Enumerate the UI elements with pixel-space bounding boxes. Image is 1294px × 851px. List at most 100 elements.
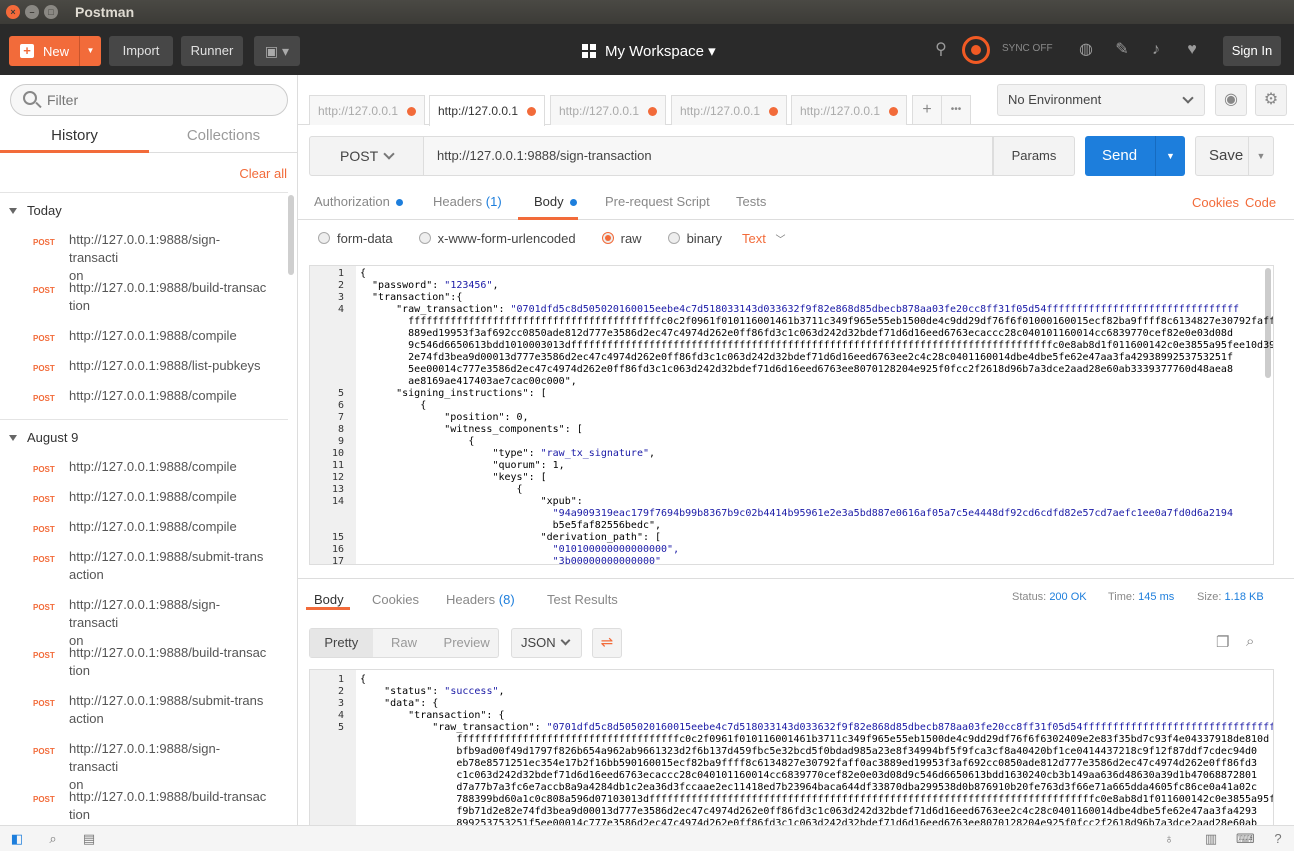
new-button[interactable]: + New ▼ — [9, 36, 101, 66]
two-pane-view-icon[interactable]: ▥ — [1203, 831, 1219, 847]
view-preview-button[interactable]: Preview — [435, 629, 498, 657]
tab-tests[interactable]: Tests — [736, 194, 766, 209]
body-type-select[interactable]: Text ﹀ — [742, 231, 785, 246]
tab-body[interactable]: Body — [534, 194, 577, 209]
radio-label: binary — [686, 230, 722, 246]
interceptor-satellite-icon[interactable]: ⚲ — [932, 41, 950, 59]
code-link[interactable]: Code — [1245, 195, 1276, 210]
response-body-viewer[interactable]: 1 {2 "status": "success", 3 "data": {4 "tr… — [309, 669, 1274, 825]
view-pretty-button[interactable]: Pretty — [310, 629, 373, 657]
request-tab[interactable]: http://127.0.0.1 — [791, 95, 907, 125]
request-tab-active[interactable]: http://127.0.0.1 — [429, 95, 545, 126]
history-item[interactable]: POST http://127.0.0.1:9888/sign-transacti… — [0, 593, 288, 648]
send-button[interactable]: Send ▼ — [1085, 136, 1185, 176]
add-tab-button[interactable]: + — [912, 95, 942, 125]
response-tab-headers[interactable]: Headers (8) — [446, 592, 515, 607]
history-item[interactable]: POST http://127.0.0.1:9888/submit-trans ac… — [0, 545, 288, 593]
send-dropdown-arrow-icon[interactable]: ▼ — [1155, 136, 1185, 176]
environment-settings-gear-icon[interactable]: ⚙ — [1255, 84, 1287, 116]
environment-select[interactable]: No Environment — [997, 84, 1205, 116]
history-item[interactable]: POST http://127.0.0.1:9888/sign-transacti… — [0, 737, 288, 792]
lightbulb-icon[interactable]: ♁ — [1161, 831, 1177, 847]
group-title: Today — [27, 203, 62, 218]
radio-form-data[interactable] — [318, 232, 330, 244]
history-group-header[interactable]: August 9 — [0, 419, 288, 455]
save-dropdown-arrow-icon[interactable]: ▼ — [1248, 137, 1273, 175]
tab-authorization[interactable]: Authorization — [314, 194, 403, 209]
cookies-link[interactable]: Cookies — [1192, 195, 1239, 210]
request-tab[interactable]: http://127.0.0.1 — [309, 95, 425, 125]
history-item[interactable]: POST http://127.0.0.1:9888/list-pubkeys — [0, 354, 288, 384]
code-line: { — [356, 400, 1273, 412]
method-badge: POST — [33, 334, 55, 343]
sidebar-scrollbar[interactable] — [288, 195, 294, 275]
new-dropdown-arrow-icon[interactable]: ▼ — [79, 36, 101, 66]
runner-button[interactable]: Runner — [181, 36, 243, 66]
history-url-line: http://127.0.0.1:9888/compile — [69, 489, 237, 504]
caret-down-icon — [9, 434, 17, 441]
window-close-button[interactable]: × — [6, 5, 20, 19]
new-window-button[interactable]: ▣ ▾ — [254, 36, 300, 66]
history-item[interactable]: POST http://127.0.0.1:9888/compile — [0, 455, 288, 485]
line-number: 15 — [331, 532, 344, 543]
view-raw-button[interactable]: Raw — [373, 629, 436, 657]
history-item[interactable]: POST http://127.0.0.1:9888/submit-trans ac… — [0, 689, 288, 737]
more-tabs-button[interactable]: ••• — [941, 95, 971, 125]
response-tab-body[interactable]: Body — [314, 592, 344, 607]
clear-all-link[interactable]: Clear all — [239, 166, 287, 181]
response-tab-cookies[interactable]: Cookies — [372, 592, 419, 607]
keyboard-icon[interactable]: ⌨ — [1236, 831, 1255, 847]
radio-x-www-form-urlencoded[interactable] — [418, 232, 431, 244]
environment-quick-look-eye-icon[interactable]: ◉ — [1215, 84, 1247, 116]
workspace-grid-icon — [582, 44, 596, 58]
notifications-bell-icon[interactable]: ♪ — [1147, 41, 1165, 59]
tab-history[interactable]: History — [0, 123, 149, 153]
code-text: "witness_components": [ — [360, 424, 583, 435]
method-select[interactable]: POST — [309, 136, 424, 176]
sidebar: History Collections Clear all Today POST… — [0, 75, 298, 825]
history-item[interactable]: POST http://127.0.0.1:9888/compile — [0, 515, 288, 545]
filter-input[interactable] — [47, 90, 267, 110]
url-input[interactable]: http://127.0.0.1:9888/sign-transaction — [424, 136, 993, 176]
toggle-sidebar-icon[interactable]: ◧ — [9, 831, 25, 847]
console-icon[interactable]: ▤ — [81, 831, 97, 847]
window-maximize-button[interactable]: □ — [44, 5, 58, 19]
wrench-settings-icon[interactable]: ✎ — [1113, 41, 1131, 59]
import-button[interactable]: Import — [109, 36, 173, 66]
history-item[interactable]: POST http://127.0.0.1:9888/compile — [0, 324, 288, 354]
history-item[interactable]: POST http://127.0.0.1:9888/sign-transacti… — [0, 228, 288, 283]
history-item[interactable]: POST http://127.0.0.1:9888/compile — [0, 485, 288, 515]
save-button[interactable]: Save ▼ — [1195, 136, 1274, 176]
heart-icon[interactable]: ♥ — [1183, 41, 1201, 59]
help-icon[interactable]: ? — [1270, 831, 1286, 847]
history-item[interactable]: POST http://127.0.0.1:9888/compile — [0, 384, 288, 414]
wrap-lines-button[interactable]: ⇌ — [592, 628, 622, 658]
tab-pre-request-script[interactable]: Pre-request Script — [605, 194, 710, 209]
request-tab[interactable]: http://127.0.0.1 — [671, 95, 787, 125]
sync-status-icon[interactable] — [962, 36, 990, 64]
response-tab-test-results[interactable]: Test Results — [547, 592, 618, 607]
request-body-editor[interactable]: 1 {2 "password": "123456", 3 "transaction"… — [309, 265, 1274, 565]
window-minimize-button[interactable]: – — [25, 5, 39, 19]
response-format-select[interactable]: JSON — [511, 628, 582, 658]
radio-binary[interactable] — [667, 232, 680, 244]
history-group-header[interactable]: Today — [0, 192, 288, 228]
pane-divider[interactable] — [298, 578, 1294, 579]
history-item[interactable]: POST http://127.0.0.1:9888/build-transac t… — [0, 641, 288, 689]
code-text: { — [360, 436, 475, 447]
history-item[interactable]: POST http://127.0.0.1:9888/build-transac t… — [0, 276, 288, 324]
globe-icon[interactable]: ◍ — [1077, 41, 1095, 59]
tab-collections[interactable]: Collections — [149, 123, 298, 153]
search-response-icon[interactable]: ⌕ — [1246, 633, 1264, 651]
request-tab[interactable]: http://127.0.0.1 — [550, 95, 666, 125]
workspace-switcher[interactable]: My Workspace ▾ — [582, 42, 716, 60]
copy-icon[interactable]: ❐ — [1216, 633, 1234, 651]
tab-headers[interactable]: Headers (1) — [433, 194, 502, 209]
radio-raw[interactable] — [601, 232, 614, 244]
find-icon[interactable]: ⌕ — [45, 831, 61, 847]
sign-in-button[interactable]: Sign In — [1223, 36, 1281, 66]
history-group-august-9: August 9 POST http://127.0.0.1:9888/compi… — [0, 419, 288, 833]
history-group-today: Today POST http://127.0.0.1:9888/sign-tra… — [0, 192, 288, 414]
params-button[interactable]: Params — [993, 136, 1075, 176]
history-url-line: http://127.0.0.1:9888/build-transac — [69, 789, 267, 804]
